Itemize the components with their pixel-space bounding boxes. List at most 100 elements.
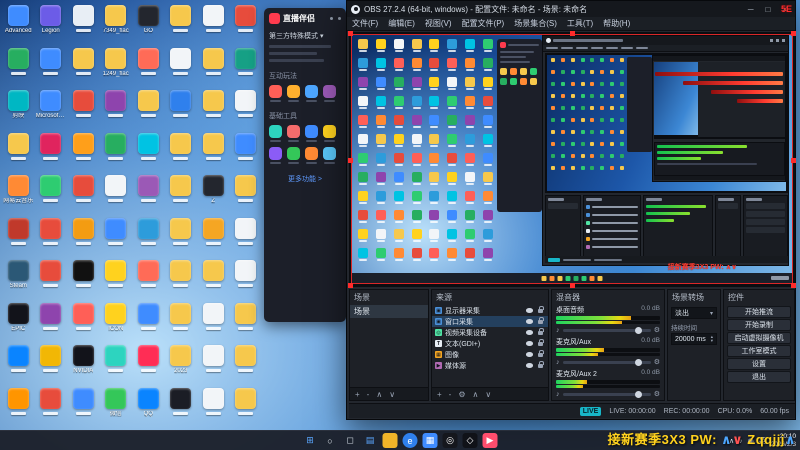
add-button[interactable]: + — [437, 390, 442, 399]
desktop-icon[interactable] — [67, 215, 100, 258]
desktop-icon[interactable] — [132, 215, 165, 258]
selection-handle[interactable] — [348, 283, 353, 288]
taskbar-icon-obs[interactable]: ◎ — [442, 433, 458, 448]
desktop-icon[interactable] — [35, 130, 68, 173]
visibility-eye-icon[interactable] — [526, 363, 533, 368]
desktop-icon[interactable] — [230, 172, 263, 215]
desktop-icon[interactable] — [165, 300, 198, 343]
selection-handle[interactable] — [791, 157, 796, 163]
desktop-icon[interactable] — [100, 257, 133, 300]
desktop-icon[interactable] — [67, 130, 100, 173]
companion-tool[interactable] — [305, 147, 318, 164]
desktop-icon[interactable] — [230, 300, 263, 343]
desktop-icon[interactable]: GO — [132, 2, 165, 45]
volume-slider[interactable] — [562, 358, 651, 366]
settings-button[interactable]: 设置 — [727, 358, 791, 370]
taskbar-icon-store[interactable]: ▦ — [422, 433, 438, 448]
desktop-icon[interactable] — [132, 257, 165, 300]
desktop-icon[interactable] — [35, 172, 68, 215]
selection-handle[interactable] — [570, 31, 575, 36]
desktop-icon[interactable] — [100, 87, 133, 130]
visibility-eye-icon[interactable] — [526, 330, 533, 335]
lock-icon[interactable] — [538, 349, 544, 357]
transition-duration-input[interactable]: 20000 ms ▴ ▾ — [671, 333, 717, 345]
desktop-icon[interactable] — [197, 130, 230, 173]
companion-tool[interactable] — [287, 125, 300, 142]
desktop-icon[interactable]: 7349_flac — [100, 2, 133, 45]
start-virtual-camera-button[interactable]: 启动虚拟摄像机 — [727, 332, 791, 344]
desktop-icon[interactable] — [2, 130, 35, 173]
scene-item[interactable]: 场景 — [350, 305, 428, 318]
desktop-icon[interactable] — [132, 130, 165, 173]
desktop-icon[interactable] — [100, 342, 133, 385]
visibility-eye-icon[interactable] — [526, 308, 533, 313]
desktop-icon[interactable] — [67, 257, 100, 300]
move-down-button[interactable]: ∨ — [389, 390, 395, 399]
lock-icon[interactable] — [538, 338, 544, 346]
lock-icon[interactable] — [538, 316, 544, 324]
visibility-eye-icon[interactable] — [526, 319, 533, 324]
desktop-icon[interactable] — [197, 385, 230, 428]
desktop-icon[interactable] — [230, 87, 263, 130]
desktop-icon[interactable] — [2, 45, 35, 88]
add-button[interactable]: + — [355, 390, 360, 399]
transition-select[interactable]: 淡出 ▾ — [671, 307, 717, 319]
desktop-icon[interactable] — [67, 2, 100, 45]
taskbar-icon-start[interactable]: ⊞ — [303, 433, 318, 448]
start-recording-button[interactable]: 开始录制 — [727, 319, 791, 331]
companion-mode-selector[interactable]: 第三方特殊模式 ▾ — [269, 31, 341, 41]
desktop-icon[interactable]: Microsoft Edge — [35, 87, 68, 130]
desktop-icon[interactable]: EPIC — [2, 300, 35, 343]
properties-gear-icon[interactable]: ⚙ — [458, 390, 465, 399]
selection-handle[interactable] — [791, 31, 796, 36]
volume-slider-handle[interactable] — [634, 390, 642, 398]
move-up-button[interactable]: ∧ — [473, 390, 479, 399]
desktop-icon[interactable]: Steam — [2, 257, 35, 300]
obs-titlebar[interactable]: OBS 27.2.4 (64-bit, windows) - 配置文件: 未命名… — [347, 1, 795, 17]
studio-mode-button[interactable]: 工作室模式 — [727, 345, 791, 357]
taskbar-icon-edge[interactable]: e — [402, 433, 418, 448]
desktop-icon[interactable] — [132, 342, 165, 385]
menubar-item[interactable]: 配置文件(P) — [457, 18, 510, 29]
selection-handle[interactable] — [348, 31, 353, 36]
menubar-item[interactable]: 场景集合(S) — [509, 18, 562, 29]
companion-tool[interactable] — [323, 85, 336, 102]
desktop-icon[interactable]: 剪映 — [2, 87, 35, 130]
menubar-item[interactable]: 编辑(E) — [383, 18, 420, 29]
menubar-item[interactable]: 视图(V) — [420, 18, 457, 29]
desktop-icon[interactable] — [67, 87, 100, 130]
desktop-icon[interactable] — [67, 45, 100, 88]
desktop-icon[interactable]: ICON — [100, 300, 133, 343]
companion-tool[interactable] — [269, 147, 282, 164]
companion-tool[interactable] — [305, 85, 318, 102]
taskbar-icon-widgets[interactable]: ▤ — [363, 433, 378, 448]
taskbar-icon-file-explorer[interactable] — [382, 433, 398, 448]
obs-preview-canvas[interactable]: 接新赛季3X3 PW: ∧∨ — [348, 31, 796, 288]
lock-icon[interactable] — [538, 305, 544, 313]
desktop-icon[interactable] — [2, 215, 35, 258]
lock-icon[interactable] — [538, 360, 544, 368]
source-item[interactable]: T 文本(GDI+) — [432, 338, 548, 349]
desktop-icon[interactable] — [165, 257, 198, 300]
desktop-icon[interactable]: NVIDIA — [67, 342, 100, 385]
visibility-eye-icon[interactable] — [526, 341, 533, 346]
desktop-icon[interactable] — [67, 172, 100, 215]
desktop-icon[interactable] — [165, 2, 198, 45]
desktop-icon[interactable] — [100, 130, 133, 173]
desktop-icon[interactable]: 2023 — [165, 342, 198, 385]
desktop-icon[interactable] — [132, 45, 165, 88]
desktop-icon[interactable]: Legion — [35, 2, 68, 45]
desktop-icon[interactable] — [165, 172, 198, 215]
companion-tool[interactable] — [323, 147, 336, 164]
source-item[interactable]: ▶ 媒体源 — [432, 360, 548, 371]
companion-minimize-icon[interactable] — [330, 17, 333, 20]
companion-tool[interactable] — [305, 125, 318, 142]
desktop-icon[interactable] — [100, 215, 133, 258]
desktop-icon[interactable]: 1249_flac — [100, 45, 133, 88]
desktop-icon[interactable] — [230, 385, 263, 428]
desktop-icon[interactable] — [165, 215, 198, 258]
taskbar-icon-task-view[interactable]: ◻ — [343, 433, 358, 448]
menubar-item[interactable]: 工具(T) — [562, 18, 598, 29]
desktop-icon[interactable] — [35, 300, 68, 343]
desktop-icon[interactable] — [197, 87, 230, 130]
